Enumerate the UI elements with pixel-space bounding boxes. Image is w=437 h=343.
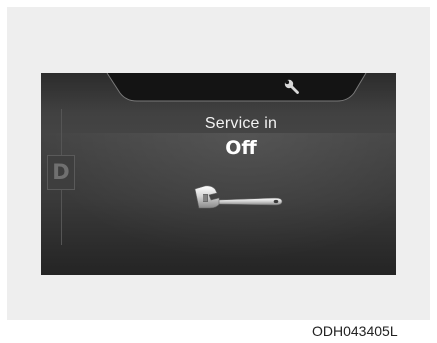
left-divider-top (61, 109, 62, 155)
cluster-display: D Service in Off (41, 73, 396, 275)
figure-code: ODH043405L (312, 323, 398, 339)
service-title: Service in (204, 115, 278, 132)
header-tab (106, 73, 367, 102)
header-wrench-icon (284, 79, 299, 94)
wrench-icon (194, 185, 283, 209)
gear-indicator: D (47, 155, 75, 190)
service-value: Off (225, 137, 257, 159)
left-divider-bottom (61, 190, 62, 245)
gear-letter: D (52, 160, 70, 184)
